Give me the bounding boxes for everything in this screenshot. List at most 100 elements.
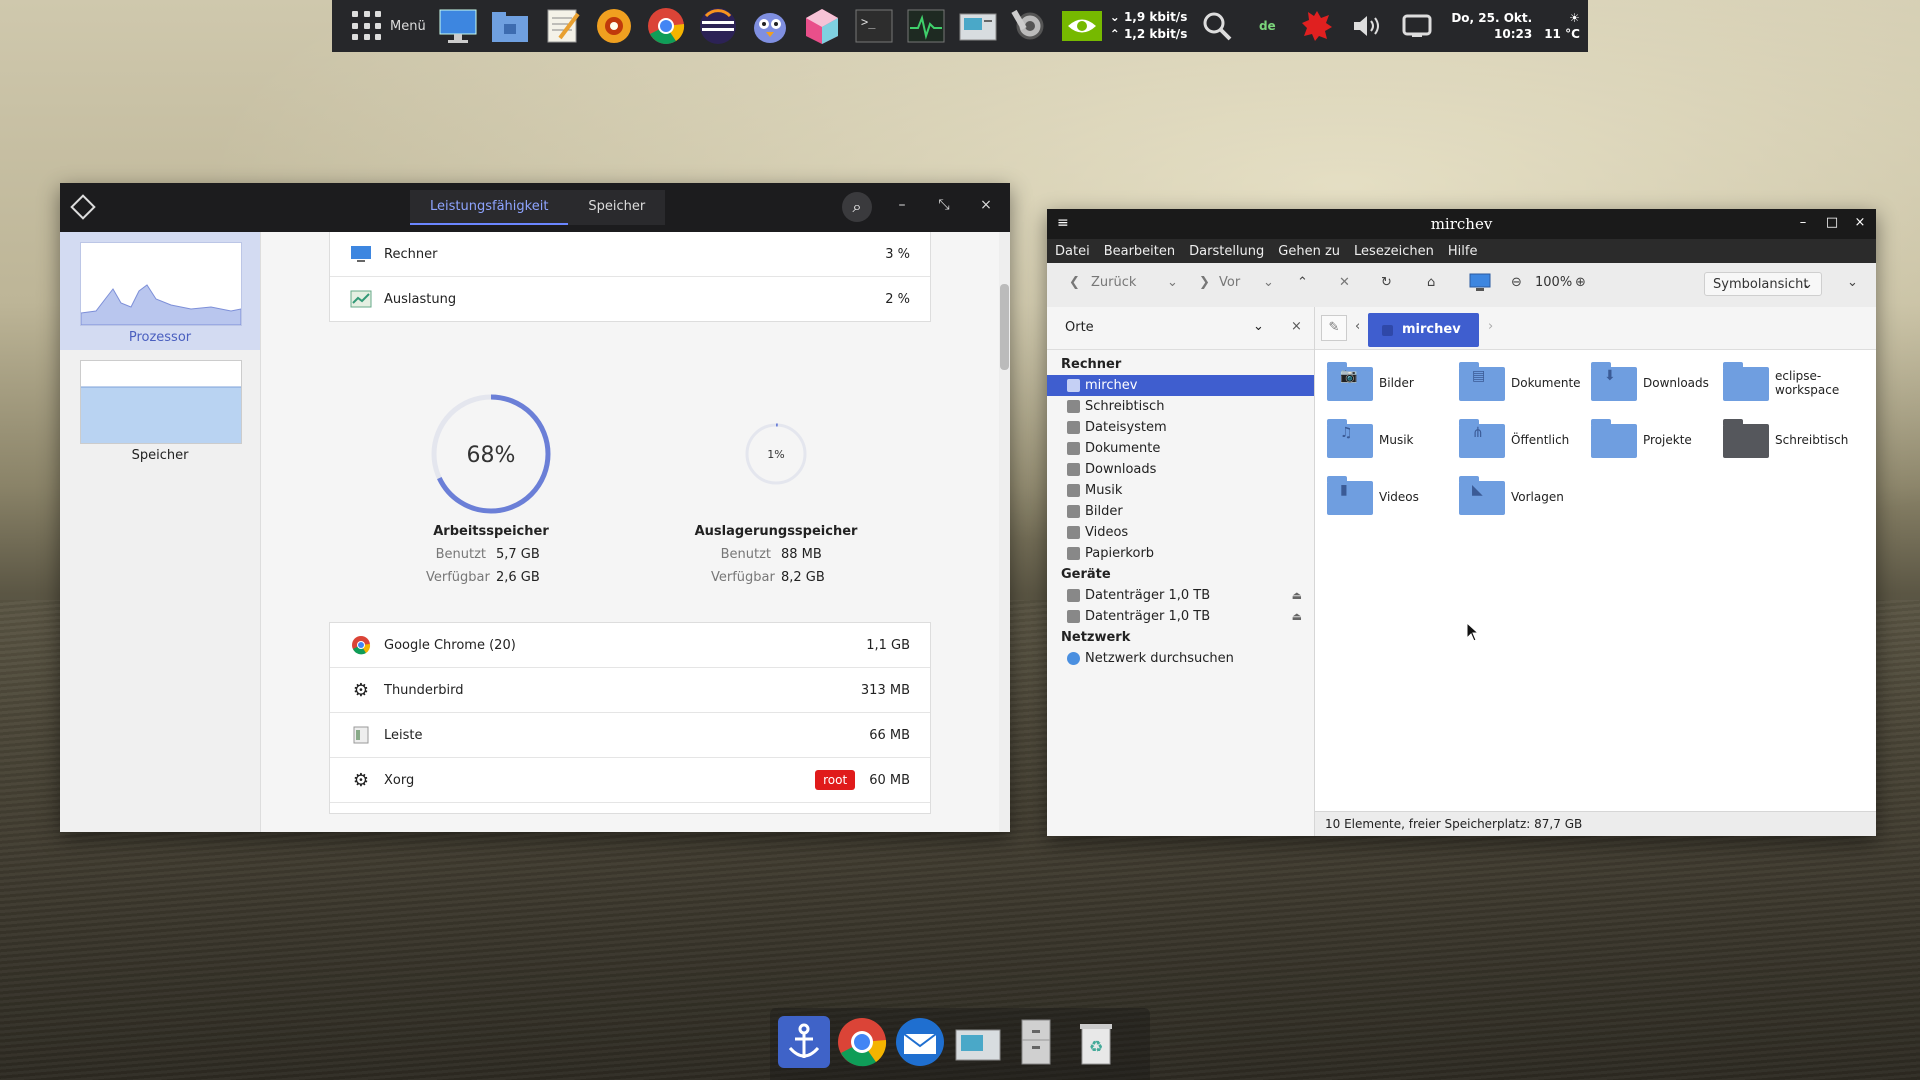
- folder-item[interactable]: eclipse-workspace: [1723, 359, 1853, 409]
- menu-go[interactable]: Gehen zu: [1278, 244, 1340, 259]
- table-row[interactable]: ⚙ Thunderbird 313 MB: [330, 668, 930, 713]
- app-menu-button[interactable]: Menü: [332, 0, 436, 52]
- sidebar-item-downloads[interactable]: Downloads: [1047, 459, 1314, 480]
- parent-folder-icon[interactable]: ⌃: [1297, 275, 1308, 290]
- menu-file[interactable]: Datei: [1055, 244, 1090, 259]
- folder-item[interactable]: ▤ Dokumente: [1459, 359, 1589, 409]
- sidebar-item-documents[interactable]: Dokumente: [1047, 438, 1314, 459]
- notifications-icon[interactable]: [1401, 10, 1433, 42]
- minimize-button[interactable]: –: [892, 197, 912, 213]
- sidebar-item-label: Speicher: [131, 448, 189, 463]
- volume-icon[interactable]: [1351, 10, 1383, 42]
- restore-button[interactable]: ⤡: [934, 197, 954, 213]
- table-row[interactable]: ⚙ Xorg root 60 MB: [330, 758, 930, 803]
- desktop-icon[interactable]: [436, 4, 480, 48]
- forward-button[interactable]: Vor: [1219, 275, 1240, 290]
- sidebar-item-desktop[interactable]: Schreibtisch: [1047, 396, 1314, 417]
- sidebar-item-drive-2[interactable]: Datenträger 1,0 TB ⏏: [1047, 606, 1314, 627]
- sidebar-item-drive-1[interactable]: Datenträger 1,0 TB ⏏: [1047, 585, 1314, 606]
- folder-item[interactable]: Schreibtisch: [1723, 416, 1853, 466]
- tab-performance[interactable]: Leistungsfähigkeit: [410, 190, 569, 225]
- clock[interactable]: Do, 25. Okt. 10:23: [1451, 10, 1532, 42]
- folder-item[interactable]: ♫ Musik: [1327, 416, 1457, 466]
- scrollbar[interactable]: [999, 232, 1010, 832]
- ram-ring: 68%: [431, 394, 551, 514]
- stop-icon[interactable]: ✕: [1339, 275, 1350, 290]
- text-editor-icon[interactable]: [540, 4, 584, 48]
- keyboard-layout-indicator[interactable]: de: [1251, 10, 1283, 42]
- close-button[interactable]: ×: [976, 197, 996, 213]
- disk-usage-icon[interactable]: [956, 4, 1000, 48]
- sidebar-item-memory[interactable]: Speicher: [60, 350, 260, 468]
- menu-edit[interactable]: Bearbeiten: [1104, 244, 1175, 259]
- sidebar-item-trash[interactable]: Papierkorb: [1047, 543, 1314, 564]
- nvidia-icon[interactable]: [1060, 4, 1104, 48]
- update-notifier-icon[interactable]: [1301, 10, 1333, 42]
- forward-history-chevron-icon[interactable]: ⌄: [1263, 275, 1274, 290]
- eclipse-icon[interactable]: [696, 4, 740, 48]
- edit-location-icon[interactable]: ✎: [1321, 315, 1347, 341]
- menu-help[interactable]: Hilfe: [1448, 244, 1478, 259]
- eject-icon[interactable]: ⏏: [1292, 606, 1302, 627]
- table-row[interactable]: Google Chrome (20) 1,1 GB: [330, 623, 930, 668]
- mail-icon[interactable]: [894, 1016, 946, 1068]
- table-row[interactable]: Leiste 66 MB: [330, 713, 930, 758]
- search-button[interactable]: ⌕: [842, 192, 872, 222]
- list-item[interactable]: Rechner 3 %: [330, 232, 930, 277]
- back-history-chevron-icon[interactable]: ⌄: [1167, 275, 1178, 290]
- disk-usage-icon[interactable]: [952, 1016, 1004, 1068]
- cube-app-icon[interactable]: [800, 4, 844, 48]
- sidebar-item-pictures[interactable]: Bilder: [1047, 501, 1314, 522]
- search-icon[interactable]: [1201, 10, 1233, 42]
- tools-icon[interactable]: [1008, 4, 1052, 48]
- file-cabinet-icon[interactable]: [1010, 1016, 1062, 1068]
- table-row[interactable]: [330, 803, 930, 813]
- terminal-icon[interactable]: >_: [852, 4, 896, 48]
- chrome-icon[interactable]: [836, 1016, 888, 1068]
- close-sidebar-icon[interactable]: ×: [1291, 319, 1302, 334]
- back-button[interactable]: Zurück: [1091, 275, 1136, 290]
- toolbar-overflow-chevron-icon[interactable]: ⌄: [1847, 275, 1858, 290]
- computer-icon[interactable]: [1469, 273, 1491, 297]
- sidebar-item-mirchev[interactable]: mirchev: [1047, 375, 1314, 396]
- folder-item[interactable]: 📷 Bilder: [1327, 359, 1457, 409]
- menu-view[interactable]: Darstellung: [1189, 244, 1264, 259]
- folder-item[interactable]: ▮ Videos: [1327, 473, 1457, 523]
- scrollbar-thumb[interactable]: [1000, 284, 1009, 370]
- weather-widget[interactable]: ☀ 11 °C: [1544, 10, 1580, 42]
- system-monitor-icon[interactable]: [904, 4, 948, 48]
- breadcrumb-left-icon[interactable]: ‹: [1355, 319, 1360, 334]
- home-folder-icon[interactable]: [488, 4, 532, 48]
- view-mode-select[interactable]: Symbolansicht ⌄: [1704, 272, 1822, 296]
- trash-icon[interactable]: ♻: [1070, 1016, 1122, 1068]
- minimize-button[interactable]: –: [1795, 215, 1811, 230]
- chrome-icon[interactable]: [644, 4, 688, 48]
- sidebar-item-processor[interactable]: Prozessor: [60, 232, 260, 350]
- anchor-icon[interactable]: [778, 1016, 830, 1068]
- menu-bookmarks[interactable]: Lesezeichen: [1354, 244, 1434, 259]
- xnview-icon[interactable]: [592, 4, 636, 48]
- close-button[interactable]: ×: [1852, 215, 1868, 230]
- maximize-button[interactable]: □: [1824, 215, 1840, 230]
- breadcrumb-current[interactable]: mirchev: [1368, 313, 1479, 347]
- forward-arrow-icon[interactable]: ❯: [1199, 275, 1210, 290]
- folder-item[interactable]: ⬇ Downloads: [1591, 359, 1721, 409]
- back-arrow-icon[interactable]: ❮: [1069, 275, 1080, 290]
- zoom-out-icon[interactable]: ⊖: [1511, 275, 1522, 290]
- tab-memory[interactable]: Speicher: [568, 190, 665, 225]
- zoom-in-icon[interactable]: ⊕: [1575, 275, 1586, 290]
- folder-item[interactable]: Projekte: [1591, 416, 1721, 466]
- sidebar-item-filesystem[interactable]: Dateisystem: [1047, 417, 1314, 438]
- chevron-down-icon[interactable]: ⌄: [1253, 319, 1264, 334]
- sidebar-item-browse-network[interactable]: Netzwerk durchsuchen: [1047, 648, 1314, 669]
- home-icon[interactable]: ⌂: [1427, 275, 1435, 290]
- thunderbird-bird-icon[interactable]: [748, 4, 792, 48]
- sidebar-item-music[interactable]: Musik: [1047, 480, 1314, 501]
- breadcrumb-right-icon[interactable]: ›: [1488, 319, 1493, 334]
- reload-icon[interactable]: ↻: [1381, 275, 1392, 290]
- eject-icon[interactable]: ⏏: [1292, 585, 1302, 606]
- sidebar-item-videos[interactable]: Videos: [1047, 522, 1314, 543]
- folder-item[interactable]: ⋔ Öffentlich: [1459, 416, 1589, 466]
- folder-item[interactable]: ◣ Vorlagen: [1459, 473, 1589, 523]
- list-item[interactable]: Auslastung 2 %: [330, 277, 930, 321]
